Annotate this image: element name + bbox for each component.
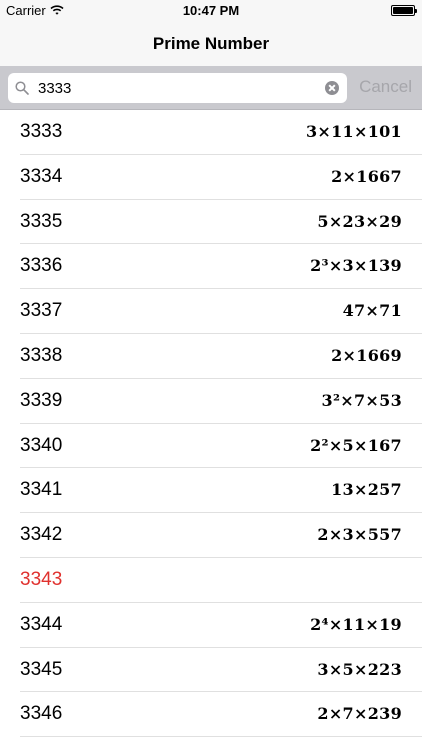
factorization-label: 2⁴×11×19	[310, 614, 402, 634]
number-label: 3339	[20, 389, 63, 411]
list-item[interactable]: 3338 2×1669	[0, 334, 422, 379]
number-label: 3341	[20, 479, 63, 501]
list-item[interactable]: 3341 13×257	[0, 468, 422, 513]
list-item[interactable]: 3336 2³×3×139	[0, 244, 422, 289]
factorization-label: 2×7×239	[317, 704, 402, 724]
results-list: 3333 3×11×101 3334 2×1667 3335 5×23×29 3336 2³×…	[0, 110, 422, 737]
factorization-label: 13×257	[331, 480, 402, 500]
number-label: 3342	[20, 524, 63, 546]
factorization-label: 2²×5×167	[310, 435, 402, 455]
number-label: 3335	[20, 210, 63, 232]
number-label: 3345	[20, 658, 63, 680]
list-item[interactable]: 3339 3²×7×53	[0, 379, 422, 424]
number-label: 3333	[20, 121, 63, 142]
battery-icon	[391, 5, 417, 16]
factorization-label: 2×3×557	[317, 525, 402, 545]
number-label: 3337	[20, 300, 63, 322]
list-item[interactable]: 3345 3×5×223	[0, 648, 422, 693]
list-item[interactable]: 3346 2×7×239	[0, 692, 422, 737]
cancel-button[interactable]: Cancel	[359, 77, 412, 97]
list-item[interactable]: 3342 2×3×557	[0, 513, 422, 558]
list-item[interactable]: 3340 2²×5×167	[0, 424, 422, 469]
search-icon	[15, 81, 29, 95]
list-item[interactable]: 3343	[0, 558, 422, 603]
list-item[interactable]: 3333 3×11×101	[0, 110, 422, 155]
status-bar: Carrier 10:47 PM	[0, 0, 422, 22]
search-field[interactable]	[8, 73, 347, 103]
search-input[interactable]	[38, 73, 318, 103]
clear-search-icon[interactable]	[325, 81, 339, 95]
list-item[interactable]: 3334 2×1667	[0, 155, 422, 200]
factorization-label: 3×11×101	[305, 122, 402, 141]
number-label: 3340	[20, 434, 63, 456]
factorization-label: 2×1667	[331, 166, 402, 186]
page-title: Prime Number	[152, 34, 270, 53]
list-item[interactable]: 3337 47×71	[0, 289, 422, 334]
number-label: 3336	[20, 255, 63, 277]
factorization-label: 5×23×29	[317, 211, 402, 231]
factorization-label: 2³×3×139	[310, 256, 402, 276]
number-label: 3338	[20, 344, 63, 366]
navigation-bar: Prime Number	[0, 22, 422, 66]
factorization-label: 3×5×223	[317, 659, 402, 679]
number-label: 3344	[20, 613, 63, 635]
factorization-label: 47×71	[342, 301, 402, 321]
list-item[interactable]: 3344 2⁴×11×19	[0, 603, 422, 648]
number-label: 3334	[20, 165, 63, 187]
number-label: 3346	[20, 703, 63, 725]
search-bar: Cancel	[0, 66, 422, 110]
clock: 10:47 PM	[182, 3, 240, 18]
factorization-label: 3²×7×53	[321, 390, 402, 410]
number-label: 3343	[20, 568, 63, 590]
list-item[interactable]: 3335 5×23×29	[0, 200, 422, 245]
factorization-label: 2×1669	[331, 345, 402, 365]
